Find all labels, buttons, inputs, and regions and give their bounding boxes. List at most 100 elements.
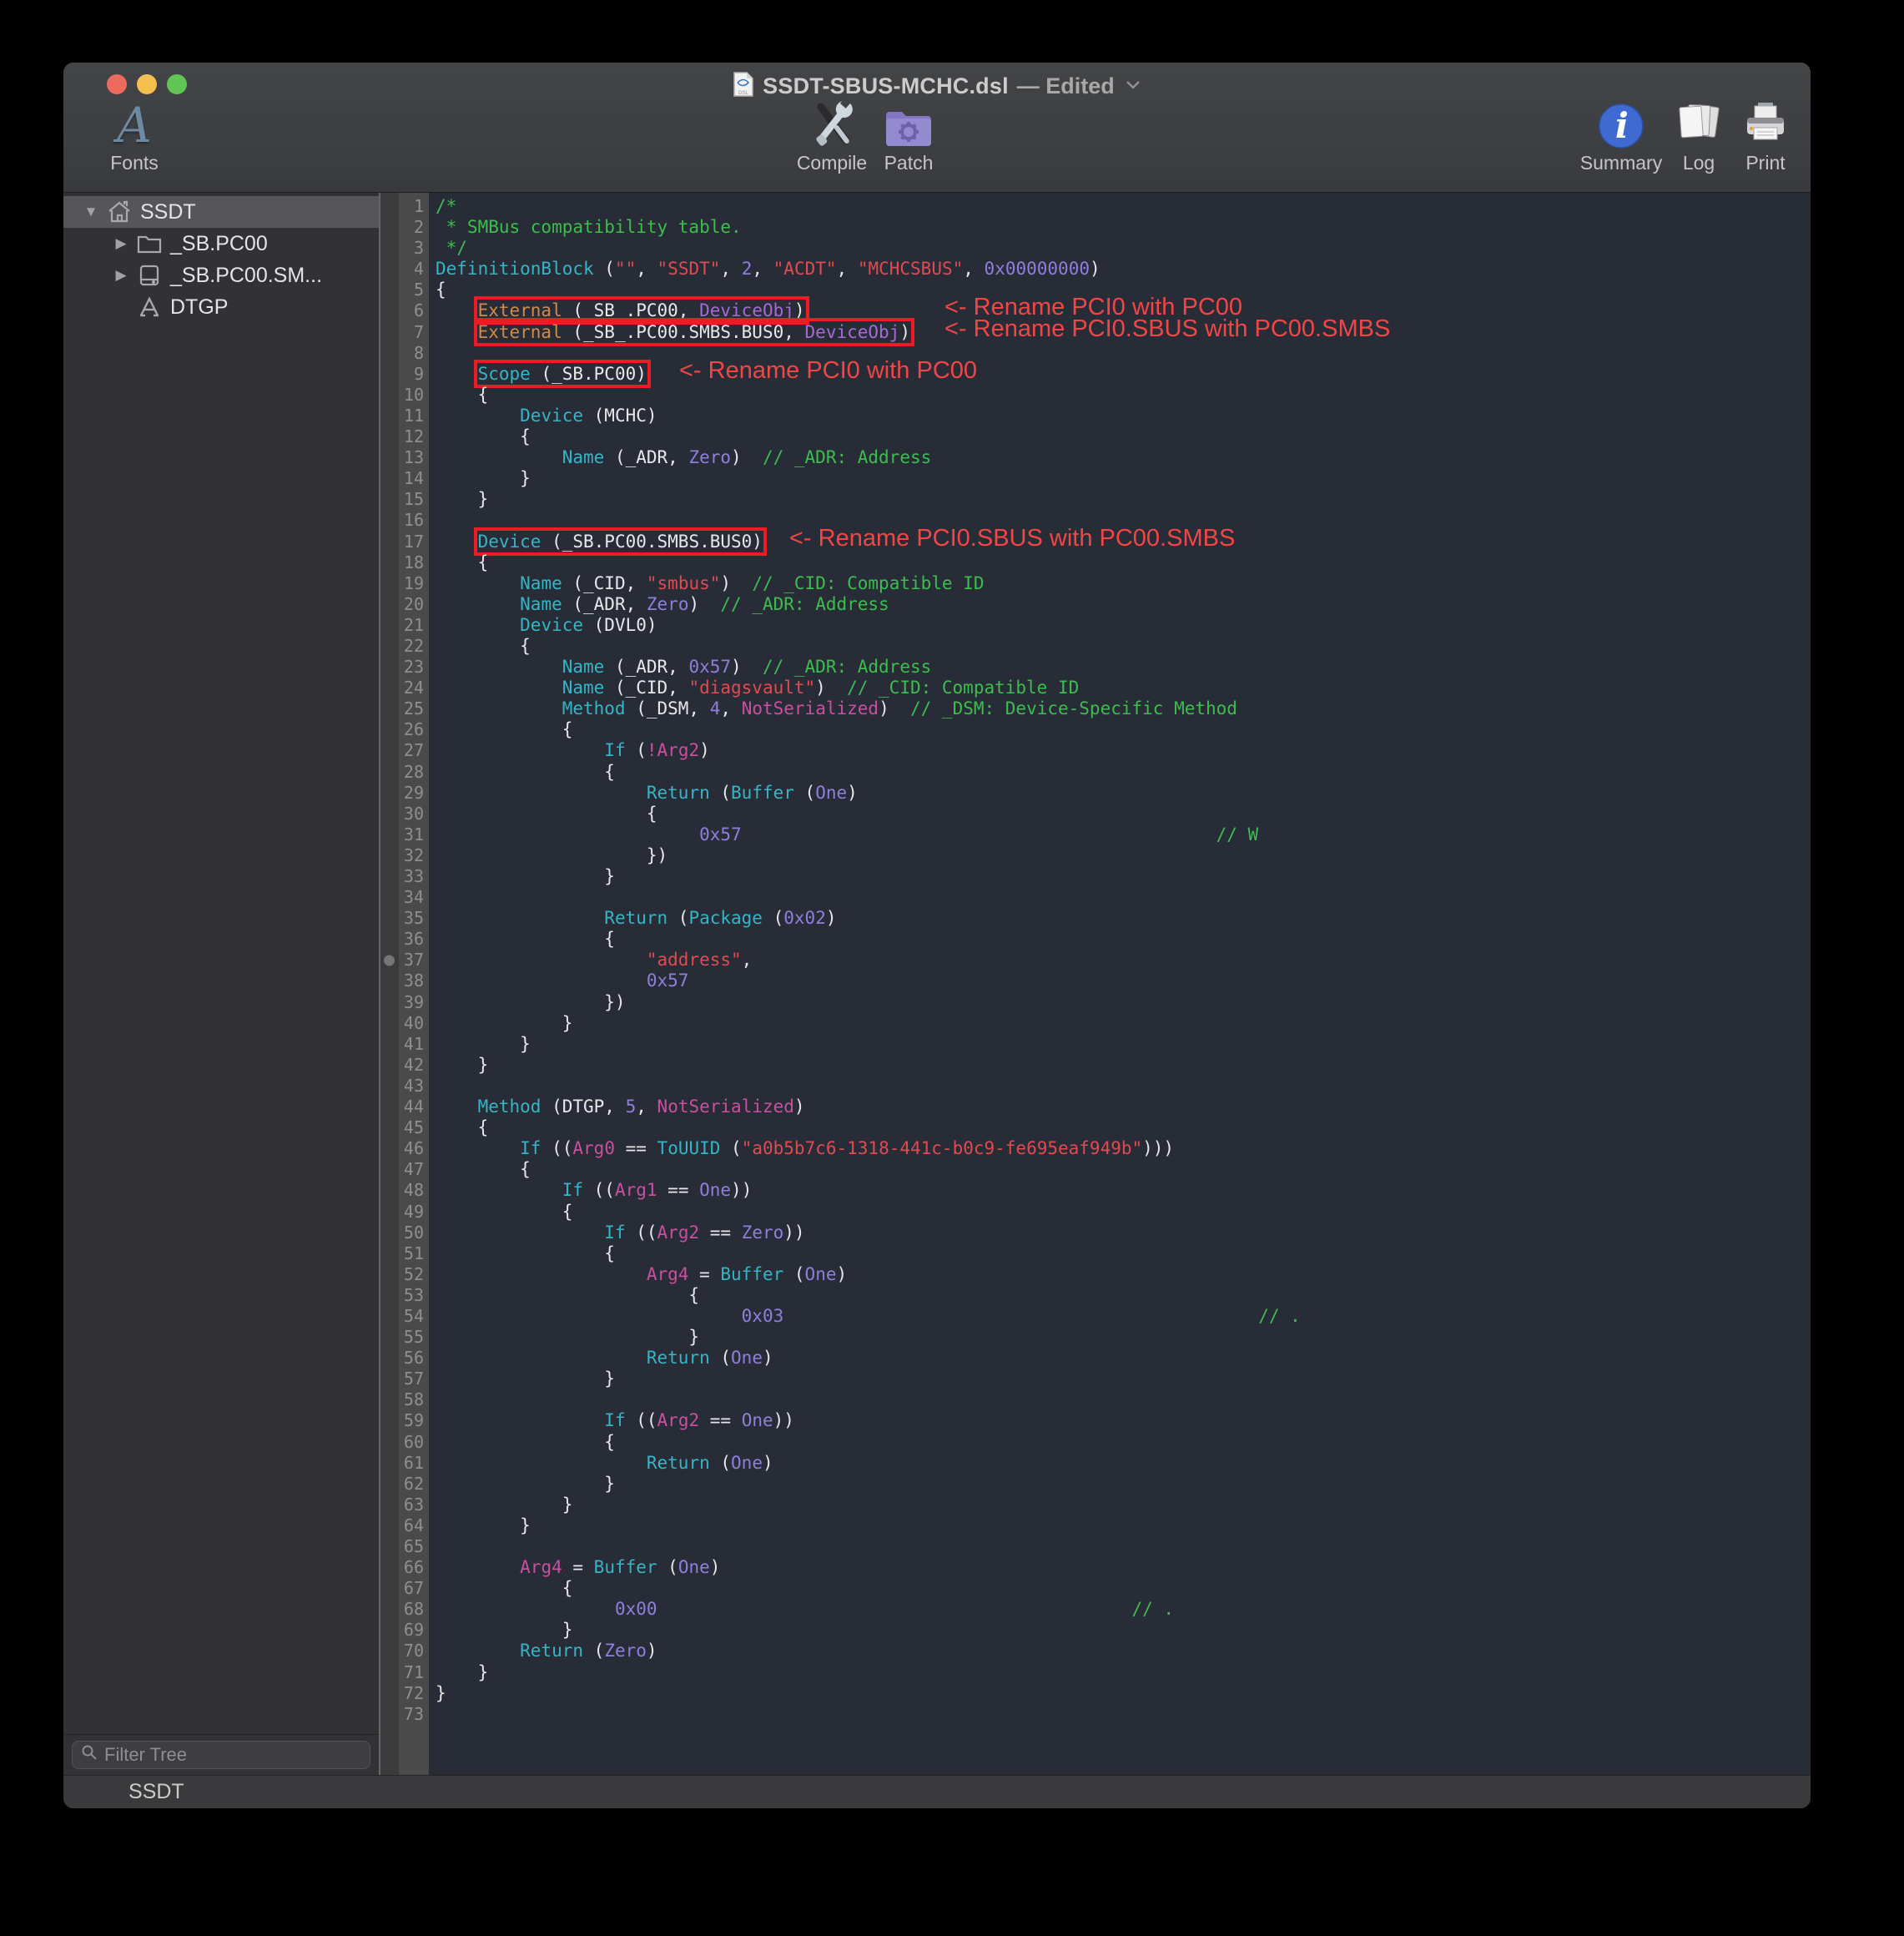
code-text[interactable]: }: [429, 489, 1811, 510]
code-text[interactable]: [429, 887, 1811, 908]
line-number: 23: [399, 657, 429, 678]
code-text[interactable]: {: [429, 426, 1811, 447]
code-text[interactable]: 0x57: [429, 971, 1811, 991]
code-text[interactable]: Return (Package (0x02): [429, 908, 1811, 929]
code-text[interactable]: {: [429, 636, 1811, 657]
line-number: 58: [399, 1389, 429, 1410]
code-text[interactable]: {: [429, 1578, 1811, 1599]
gutter-marker-strip: [380, 929, 399, 950]
app-window: DSL SSDT-SBUS-MCHC.dsl — Edited A Fonts: [63, 63, 1811, 1808]
code-text[interactable]: Method (DTGP, 5, NotSerialized): [429, 1097, 1811, 1117]
rename-annotation: <- Rename PCI0 with PC00: [679, 360, 977, 381]
chevron-down-icon[interactable]: [1125, 78, 1141, 94]
code-text[interactable]: }: [429, 866, 1811, 887]
code-text[interactable]: [429, 1536, 1811, 1557]
code-text[interactable]: * SMBus compatibility table.: [429, 217, 1811, 238]
code-text[interactable]: Scope (_SB.PC00)<- Rename PCI0 with PC00: [429, 364, 1811, 385]
code-text[interactable]: }): [429, 992, 1811, 1013]
tree-item-ssdt[interactable]: ▼ SSDT: [63, 196, 379, 228]
code-text[interactable]: [429, 343, 1811, 364]
code-text[interactable]: }: [429, 1055, 1811, 1076]
code-text[interactable]: [429, 1389, 1811, 1410]
code-text[interactable]: 0x57 // W: [429, 824, 1811, 845]
code-text[interactable]: 0x00 // .: [429, 1599, 1811, 1620]
fonts-button[interactable]: A Fonts: [110, 98, 159, 174]
code-text[interactable]: If ((Arg0 == ToUUID ("a0b5b7c6-1318-441c…: [429, 1138, 1811, 1159]
code-text[interactable]: }: [429, 1662, 1811, 1683]
code-text[interactable]: Name (_ADR, Zero) // _ADR: Address: [429, 447, 1811, 468]
code-text[interactable]: Name (_CID, "smbus") // _CID: Compatible…: [429, 573, 1811, 594]
code-text[interactable]: [429, 1704, 1811, 1725]
patch-button[interactable]: Patch: [884, 98, 934, 174]
gutter-marker-strip: [380, 406, 399, 426]
code-text[interactable]: Name (_CID, "diagsvault") // _CID: Compa…: [429, 678, 1811, 698]
code-text[interactable]: Method (_DSM, 4, NotSerialized) // _DSM:…: [429, 698, 1811, 719]
code-text[interactable]: Name (_ADR, 0x57) // _ADR: Address: [429, 657, 1811, 678]
code-line: 22 {: [380, 636, 1811, 657]
code-text[interactable]: {: [429, 762, 1811, 783]
gutter-marker-strip: [380, 1055, 399, 1076]
gutter-marker-strip: [380, 1495, 399, 1515]
code-text[interactable]: Device (MCHC): [429, 406, 1811, 426]
tree-item-sb-pc00[interactable]: ▶ _SB.PC00: [63, 228, 379, 260]
code-text[interactable]: Return (One): [429, 1348, 1811, 1369]
code-text[interactable]: [429, 1076, 1811, 1097]
code-text[interactable]: }: [429, 1495, 1811, 1515]
code-text[interactable]: {: [429, 1243, 1811, 1264]
disclosure-collapsed-icon[interactable]: ▶: [110, 267, 132, 284]
code-text[interactable]: {: [429, 552, 1811, 573]
summary-button[interactable]: i Summary: [1580, 98, 1662, 174]
code-text[interactable]: If ((Arg2 == Zero)): [429, 1223, 1811, 1243]
line-marker-dot: [384, 955, 395, 965]
code-text[interactable]: Return (One): [429, 1453, 1811, 1474]
print-button[interactable]: Print: [1741, 98, 1790, 174]
code-text[interactable]: {: [429, 1285, 1811, 1306]
code-text[interactable]: {: [429, 804, 1811, 824]
code-text[interactable]: Arg4 = Buffer (One): [429, 1264, 1811, 1285]
code-text[interactable]: {: [429, 1202, 1811, 1223]
fonts-icon: A: [117, 98, 152, 149]
log-button[interactable]: Log: [1674, 98, 1724, 174]
code-text[interactable]: {: [429, 1117, 1811, 1138]
code-text[interactable]: Device (DVL0): [429, 615, 1811, 636]
tree-item-dtgp[interactable]: DTGP: [63, 291, 379, 323]
code-text[interactable]: }: [429, 468, 1811, 489]
compile-button[interactable]: Compile: [797, 98, 867, 174]
code-line: 44 Method (DTGP, 5, NotSerialized): [380, 1097, 1811, 1117]
code-text[interactable]: }: [429, 1034, 1811, 1055]
code-text[interactable]: }: [429, 1013, 1811, 1034]
line-number: 43: [399, 1076, 429, 1097]
code-text[interactable]: 0x03 // .: [429, 1306, 1811, 1327]
code-text[interactable]: Return (Zero): [429, 1641, 1811, 1661]
code-text[interactable]: If ((Arg2 == One)): [429, 1410, 1811, 1431]
code-text[interactable]: {: [429, 719, 1811, 740]
code-text[interactable]: }: [429, 1369, 1811, 1389]
code-text[interactable]: "address",: [429, 950, 1811, 971]
tree-item-sb-pc00-sm[interactable]: ▶ _SB.PC00.SM...: [63, 260, 379, 291]
code-text[interactable]: {: [429, 1432, 1811, 1453]
disclosure-collapsed-icon[interactable]: ▶: [110, 235, 132, 252]
code-text[interactable]: }: [429, 1515, 1811, 1536]
filter-tree-input[interactable]: Filter Tree: [72, 1741, 370, 1769]
code-text[interactable]: }): [429, 845, 1811, 866]
code-text[interactable]: {: [429, 385, 1811, 406]
disclosure-expanded-icon[interactable]: ▼: [80, 204, 102, 220]
code-text[interactable]: DefinitionBlock ("", "SSDT", 2, "ACDT", …: [429, 259, 1811, 280]
code-text[interactable]: /*: [429, 196, 1811, 217]
code-text[interactable]: Arg4 = Buffer (One): [429, 1557, 1811, 1578]
code-text[interactable]: }: [429, 1474, 1811, 1495]
code-text[interactable]: Name (_ADR, Zero) // _ADR: Address: [429, 594, 1811, 615]
code-text[interactable]: {: [429, 1159, 1811, 1180]
code-text[interactable]: Device (_SB.PC00.SMBS.BUS0)<- Rename PCI…: [429, 532, 1811, 552]
code-text[interactable]: }: [429, 1683, 1811, 1704]
code-text[interactable]: }: [429, 1620, 1811, 1641]
code-text[interactable]: }: [429, 1327, 1811, 1348]
code-text[interactable]: If (!Arg2): [429, 740, 1811, 761]
line-number: 37: [399, 950, 429, 971]
code-text[interactable]: Return (Buffer (One): [429, 783, 1811, 804]
code-text[interactable]: If ((Arg1 == One)): [429, 1180, 1811, 1201]
code-text[interactable]: {: [429, 929, 1811, 950]
gutter-marker-strip: [380, 196, 399, 217]
code-text[interactable]: */: [429, 238, 1811, 259]
code-text[interactable]: External (_SB_.PC00.SMBS.BUS0, DeviceObj…: [429, 322, 1811, 343]
